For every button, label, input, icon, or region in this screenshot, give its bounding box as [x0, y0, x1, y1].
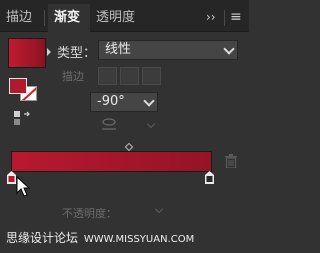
- reverse-gradient-icon[interactable]: [13, 110, 31, 126]
- gradient-midpoint-diamond[interactable]: [124, 142, 134, 152]
- stroke-along-button[interactable]: [120, 67, 139, 85]
- stroke-label: 描边: [62, 70, 84, 83]
- collapse-panel-button[interactable]: ››: [206, 5, 216, 29]
- chevron-down-icon: [146, 119, 156, 129]
- gradient-slider-bar[interactable]: [11, 151, 212, 172]
- swatch-menu-arrow-icon[interactable]: [47, 48, 51, 56]
- gradient-swatch-preview[interactable]: [8, 38, 46, 68]
- panel-tab-bar: 描边 渐变 透明度 ›› ≡: [0, 0, 249, 32]
- tab-gradient[interactable]: 渐变: [48, 4, 90, 32]
- fill-swatch[interactable]: [9, 78, 27, 94]
- gradient-stop-end[interactable]: [205, 171, 214, 184]
- aspect-ratio-icon: [102, 118, 116, 130]
- opacity-input[interactable]: [120, 204, 166, 218]
- chevron-down-icon: [143, 95, 155, 107]
- tab-transparency[interactable]: 透明度: [96, 4, 158, 32]
- panel-menu-button[interactable]: ≡: [230, 5, 242, 29]
- mouse-cursor-icon: [16, 176, 31, 197]
- tab-stroke[interactable]: 描边: [6, 4, 42, 32]
- chevron-down-icon: [223, 43, 235, 55]
- angle-input[interactable]: -90°: [90, 92, 158, 112]
- tab-divider: [44, 10, 45, 26]
- gradient-type-select[interactable]: 线性: [98, 40, 238, 60]
- chevron-down-icon: [154, 204, 164, 214]
- stroke-across-button[interactable]: [142, 67, 161, 85]
- type-label: 类型：: [57, 46, 97, 61]
- gradient-stop-start[interactable]: [7, 171, 16, 184]
- trash-icon[interactable]: [225, 154, 237, 168]
- site-watermark: 思缘设计论坛 WWW.MISSYUAN.COM: [6, 231, 195, 245]
- tab-divider: [224, 10, 225, 26]
- stroke-within-button[interactable]: [98, 67, 117, 85]
- aspect-ratio-input[interactable]: [124, 119, 156, 133]
- opacity-label: 不透明度：: [62, 207, 117, 220]
